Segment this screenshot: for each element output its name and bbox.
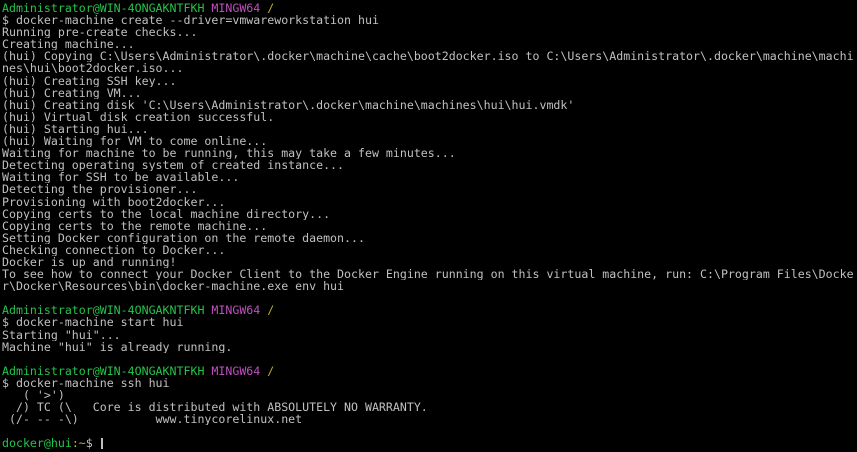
output-line: (hui) Waiting for VM to come online... xyxy=(2,135,268,148)
prompt-shell: MINGW64 xyxy=(211,364,261,377)
output-line: Provisioning with boot2docker... xyxy=(2,195,226,208)
prompt-user-host: Administrator@WIN-4ONGAKNTFKH xyxy=(2,364,205,377)
output-line: Detecting operating system of created in… xyxy=(2,159,345,172)
output-line: (hui) Copying C:\Users\Administrator\.do… xyxy=(2,50,854,63)
output-line: Detecting the provisioner... xyxy=(2,183,198,196)
output-line: r\Docker\Resources\bin\docker-machine.ex… xyxy=(2,280,345,293)
remote-prompt-user-host: docker@hui xyxy=(2,437,72,450)
output-line: Creating machine... xyxy=(2,38,135,51)
output-line: (hui) Creating VM... xyxy=(2,86,142,99)
prompt-path: / xyxy=(267,2,275,15)
banner-line: ( '>') xyxy=(2,389,65,402)
output-line: Waiting for machine to be running, this … xyxy=(2,147,456,160)
prompt-line: Administrator@WIN-4ONGAKNTFKH MINGW64 / xyxy=(2,365,857,377)
output-line: Checking connection to Docker... xyxy=(2,243,226,256)
output-line: Copying certs to the remote machine... xyxy=(2,219,268,232)
prompt-path: / xyxy=(267,304,275,317)
banner-line: /) TC (\ Core is distributed with ABSOLU… xyxy=(2,401,428,414)
output-line: Starting "hui"... xyxy=(2,328,121,341)
prompt-shell: MINGW64 xyxy=(211,304,261,317)
remote-prompt-path: :~ xyxy=(71,437,86,450)
output-line: Waiting for SSH to be available... xyxy=(2,171,240,184)
command-start: $ docker-machine start hui xyxy=(2,316,184,329)
prompt-path: / xyxy=(267,364,275,377)
output-line: (hui) Virtual disk creation successful. xyxy=(2,110,275,123)
output-line: Machine "hui" is already running. xyxy=(2,340,233,353)
text-cursor[interactable] xyxy=(100,438,103,450)
prompt-line: Administrator@WIN-4ONGAKNTFKH MINGW64 / xyxy=(2,304,857,316)
terminal-window[interactable]: Administrator@WIN-4ONGAKNTFKH MINGW64 / … xyxy=(0,0,857,452)
prompt-line: Administrator@WIN-4ONGAKNTFKH MINGW64 / xyxy=(2,2,857,14)
output-line: nes\hui\boot2docker.iso... xyxy=(2,62,184,75)
prompt-shell: MINGW64 xyxy=(211,2,261,15)
output-line: (hui) Starting hui... xyxy=(2,122,149,136)
prompt-user-host: Administrator@WIN-4ONGAKNTFKH xyxy=(2,2,205,15)
command-create: $ docker-machine create --driver=vmwarew… xyxy=(2,14,379,27)
output-line: Copying certs to the local machine direc… xyxy=(2,207,331,220)
command-ssh: $ docker-machine ssh hui xyxy=(2,376,170,389)
output-line: To see how to connect your Docker Client… xyxy=(2,268,854,281)
remote-prompt-symbol: $ xyxy=(85,437,93,450)
output-line: Docker is up and running! xyxy=(2,255,177,269)
output-line: (hui) Creating SSH key... xyxy=(2,74,177,87)
remote-prompt-line[interactable]: docker@hui:~$ xyxy=(2,437,857,449)
prompt-user-host: Administrator@WIN-4ONGAKNTFKH xyxy=(2,304,205,317)
output-line: Setting Docker configuration on the remo… xyxy=(2,231,365,244)
output-line: (hui) Creating disk 'C:\Users\Administra… xyxy=(2,98,575,111)
output-line: Running pre-create checks... xyxy=(2,26,198,39)
banner-line: (/-_--_-\) www.tinycorelinux.net xyxy=(2,413,303,426)
